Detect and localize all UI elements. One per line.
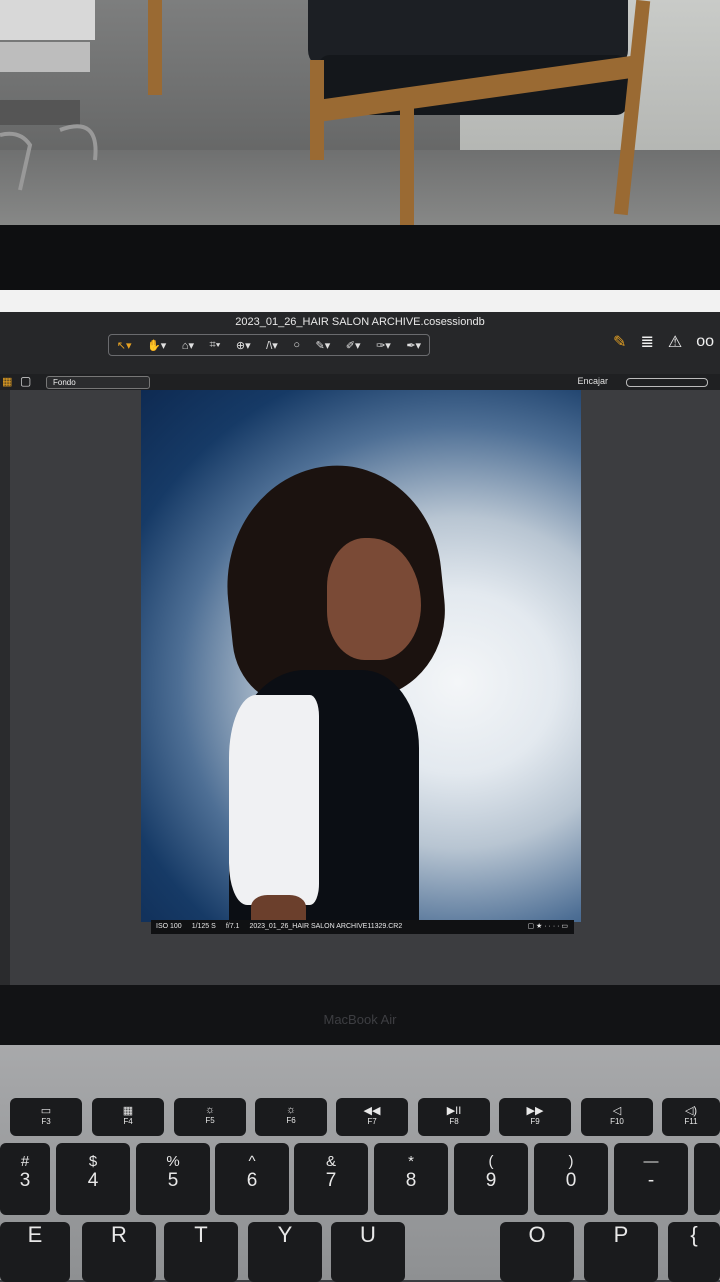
gradient-tool-icon[interactable]: ✐▾ bbox=[346, 339, 361, 352]
key-5[interactable]: % 5 bbox=[136, 1143, 210, 1215]
key-9[interactable]: (9 bbox=[454, 1143, 528, 1215]
file-name: 2023_01_26_HAIR SALON ARCHIVE11329.CR2 bbox=[249, 923, 403, 930]
cursor-tools: ↖▾ ✋▾ ⌂▾ ⌗▾ ⊕▾ /\▾ ○ ✎▾ ✐▾ ✑▾ ✒▾ bbox=[108, 334, 430, 356]
picker-tool-icon[interactable]: ✑▾ bbox=[376, 339, 391, 352]
key-f11[interactable]: ◁) F11 bbox=[662, 1098, 720, 1136]
key-minus[interactable]: — - bbox=[614, 1143, 688, 1215]
chair-leg bbox=[400, 100, 414, 225]
key-y[interactable]: Y bbox=[248, 1222, 322, 1282]
proof-glasses-icon[interactable]: oo bbox=[696, 333, 714, 351]
photo[interactable] bbox=[141, 390, 581, 922]
spot-removal-icon[interactable]: ○ bbox=[293, 339, 300, 351]
key-u[interactable]: U bbox=[331, 1222, 405, 1282]
key-f5[interactable]: ☼ F5 bbox=[174, 1098, 246, 1136]
key-e[interactable]: E bbox=[0, 1222, 70, 1282]
edit-icon[interactable]: ✎ bbox=[613, 332, 626, 352]
select-tool-icon[interactable]: ↖▾ bbox=[117, 339, 132, 352]
key-4[interactable]: $4 bbox=[56, 1143, 130, 1215]
pan-tool-icon[interactable]: ✋▾ bbox=[147, 339, 166, 352]
laptop-brand: MacBook Air bbox=[323, 1012, 397, 1027]
rotate-tool-icon[interactable]: ⊕▾ bbox=[236, 339, 251, 352]
metal-stand bbox=[0, 0, 110, 200]
background-select[interactable]: Fondo bbox=[46, 376, 150, 389]
key-o[interactable]: O bbox=[500, 1222, 574, 1282]
key-equals[interactable] bbox=[694, 1143, 720, 1215]
keystone-tool-icon[interactable]: /\▾ bbox=[266, 339, 278, 352]
rating-stars-icon[interactable]: ▢ ★ · · · · ▭ bbox=[528, 920, 575, 934]
key-f8[interactable]: ▶II F8 bbox=[418, 1098, 490, 1136]
shutter-value: 1/125 S bbox=[191, 923, 216, 930]
window-title: 2023_01_26_HAIR SALON ARCHIVE.cosessiond… bbox=[235, 316, 485, 328]
key-f10[interactable]: ◁ F10 bbox=[581, 1098, 653, 1136]
key-brace[interactable]: { bbox=[668, 1222, 720, 1282]
brush-tool-icon[interactable]: ✎▾ bbox=[316, 339, 331, 352]
table-leg bbox=[148, 0, 162, 95]
key-0[interactable]: ) 0 bbox=[534, 1143, 608, 1215]
key-f6[interactable]: ☼ F6 bbox=[255, 1098, 327, 1136]
subject-sleeve bbox=[229, 695, 319, 905]
view-tools: ✎ ≣ ⚠ oo bbox=[613, 332, 714, 352]
room-background bbox=[0, 0, 720, 235]
fit-label[interactable]: Encajar bbox=[577, 376, 608, 386]
zoom-slider[interactable] bbox=[626, 378, 708, 387]
key-7[interactable]: & 7 bbox=[294, 1143, 368, 1215]
single-view-icon[interactable]: ▢ bbox=[20, 374, 31, 388]
key-r[interactable]: R bbox=[82, 1222, 156, 1282]
laptop-screen: 2023_01_26_HAIR SALON ARCHIVE.cosessiond… bbox=[0, 290, 720, 1090]
key-6[interactable]: ^ 6 bbox=[215, 1143, 289, 1215]
laptop-bezel bbox=[0, 225, 720, 295]
title-bar: 2023_01_26_HAIR SALON ARCHIVE.cosessiond… bbox=[0, 312, 720, 374]
subject-arm bbox=[251, 895, 306, 922]
key-f7[interactable]: ◀◀ F7 bbox=[336, 1098, 408, 1136]
key-p[interactable]: P bbox=[584, 1222, 658, 1282]
grid-lines-icon[interactable]: ≣ bbox=[640, 332, 653, 352]
left-panel-edge bbox=[0, 390, 10, 990]
aperture-value: f/7.1 bbox=[225, 923, 240, 930]
annotate-tool-icon[interactable]: ✒▾ bbox=[406, 339, 421, 352]
crop-tool-icon[interactable]: ⌗▾ bbox=[210, 339, 221, 352]
key-f9[interactable]: ▶▶ F9 bbox=[499, 1098, 571, 1136]
key-f4[interactable]: ▦ F4 bbox=[92, 1098, 164, 1136]
grid-view-icon[interactable]: ▦ bbox=[2, 375, 12, 388]
key-t[interactable]: T bbox=[164, 1222, 238, 1282]
chair-leg bbox=[310, 60, 324, 160]
iso-value: ISO 100 bbox=[156, 923, 182, 930]
key-f3[interactable]: ▭ F3 bbox=[10, 1098, 82, 1136]
exposure-warning-icon[interactable]: ⚠ bbox=[668, 332, 682, 352]
image-viewer: ISO 100 1/125 S f/7.1 2023_01_26_HAIR SA… bbox=[0, 390, 720, 1090]
photo-info-bar: ISO 100 1/125 S f/7.1 2023_01_26_HAIR SA… bbox=[151, 920, 574, 934]
key-8[interactable]: * 8 bbox=[374, 1143, 448, 1215]
key-3[interactable]: #3 bbox=[0, 1143, 50, 1215]
viewer-bar: ▦ ▢ Fondo Encajar bbox=[0, 374, 720, 390]
menu-bar bbox=[0, 290, 720, 312]
loupe-tool-icon[interactable]: ⌂▾ bbox=[182, 339, 194, 352]
